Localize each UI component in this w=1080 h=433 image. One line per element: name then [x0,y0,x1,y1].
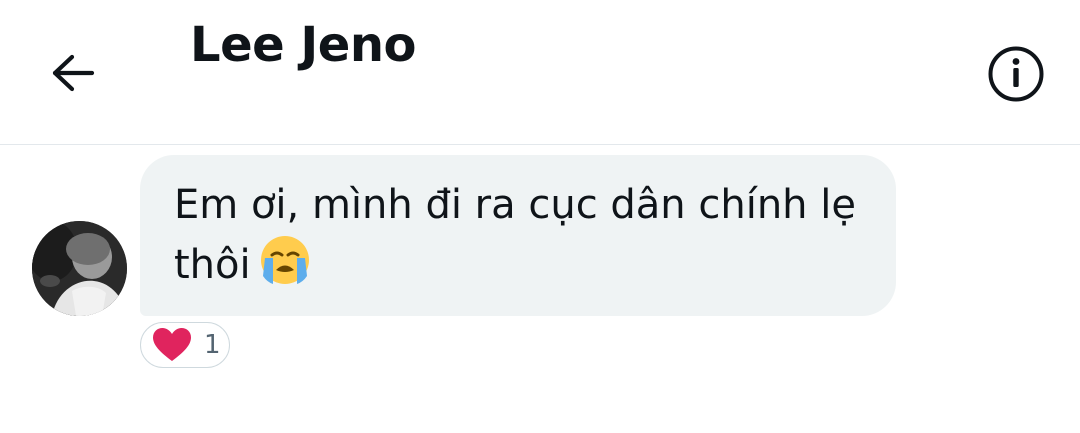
back-button[interactable] [46,48,100,98]
reaction-count: 1 [204,330,221,360]
avatar[interactable] [32,221,127,316]
avatar-photo [32,221,127,316]
dm-conversation: Lee Jeno Em ơi, mình đi ra cục dân chính… [0,0,1080,433]
info-circle-icon [988,46,1044,102]
message-bubble[interactable]: Em ơi, mình đi ra cục dân chính lẹ thôi [140,155,896,316]
conversation-info-button[interactable] [986,44,1046,104]
conversation-title: Lee Jeno [190,17,416,73]
arrow-left-icon [52,54,95,92]
conversation-header: Lee Jeno [0,0,1080,145]
loudly-crying-face-icon [259,234,311,291]
heart-icon [153,328,191,361]
reaction-pill[interactable]: 1 [140,322,230,368]
